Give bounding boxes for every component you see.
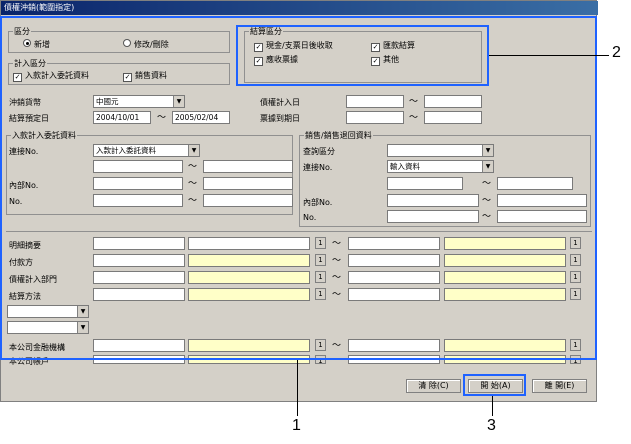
callout-1-line [297,360,298,416]
highlight-box-start [463,374,526,396]
clear-button[interactable]: 清 除(C) [406,379,461,393]
callout-1: 1 [292,417,301,434]
callout-2-line [489,55,609,56]
callout-3-line [492,396,493,416]
window-title: 債權沖銷(範圍指定) [1,1,598,15]
highlight-box-kessan [236,25,489,86]
callout-3: 3 [487,417,496,434]
callout-2: 2 [612,44,621,61]
close-button[interactable]: 離 開(E) [532,379,587,393]
